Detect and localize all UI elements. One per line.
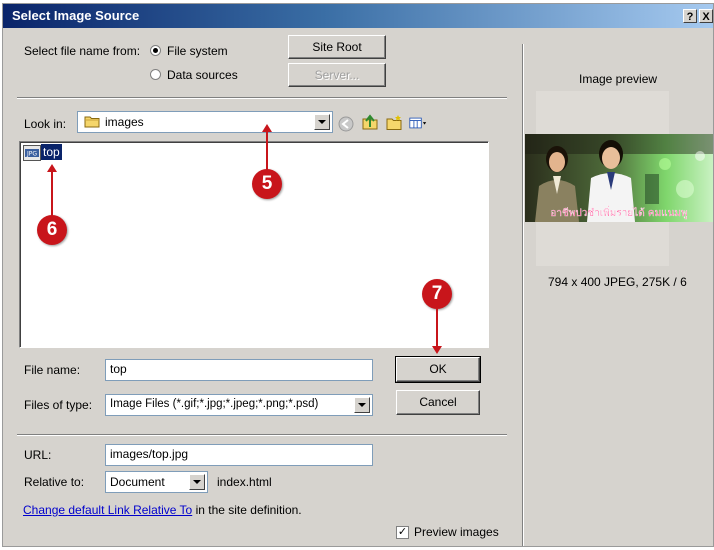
site-root-button[interactable]: Site Root — [288, 35, 386, 59]
look-in-dropdown[interactable]: images — [77, 111, 333, 133]
view-menu-icon[interactable] — [409, 114, 427, 132]
ok-button[interactable]: OK — [395, 356, 481, 383]
file-name-input[interactable]: top — [105, 359, 373, 381]
preview-title: Image preview — [579, 72, 658, 86]
middle-separator — [17, 434, 507, 436]
url-label: URL: — [24, 448, 52, 462]
file-system-label[interactable]: File system — [167, 44, 228, 58]
file-list[interactable]: JPG top — [19, 141, 489, 348]
svg-text:อาชีพปวชำเพิ่มรายได้ คมแนมพู: อาชีพปวชำเพิ่มรายได้ คมแนมพู — [550, 205, 687, 219]
relative-to-label: Relative to: — [24, 475, 85, 489]
preview-image: อาชีพปวชำเพิ่มรายได้ คมแนมพู — [525, 134, 713, 222]
annotation-5-marker: 5 — [252, 169, 282, 199]
file-system-radio[interactable] — [150, 45, 161, 56]
annotation-6-line — [51, 171, 53, 216]
look-in-label: Look in: — [24, 117, 67, 131]
change-link-relative-link[interactable]: Change default Link Relative To — [23, 503, 192, 517]
dialog-title: Select Image Source — [12, 8, 140, 23]
look-in-dropdown-arrow[interactable] — [314, 114, 330, 130]
server-button[interactable]: Server... — [288, 63, 386, 87]
annotation-5-line — [266, 131, 268, 171]
url-input[interactable]: images/top.jpg — [105, 444, 373, 466]
file-type-dropdown-arrow[interactable] — [354, 397, 370, 413]
new-folder-icon[interactable] — [385, 114, 403, 132]
relative-to-dropdown[interactable]: Document — [105, 471, 208, 493]
vertical-separator — [522, 44, 524, 546]
preview-images-label[interactable]: Preview images — [414, 525, 499, 539]
annotation-7-marker: 7 — [422, 279, 452, 309]
help-button[interactable]: ? — [683, 9, 697, 23]
preview-info: 794 x 400 JPEG, 275K / 6 — [548, 275, 687, 289]
look-in-value: images — [105, 115, 144, 129]
up-folder-icon[interactable] — [361, 113, 379, 131]
file-name-label: File name: — [24, 363, 81, 377]
files-of-type-label: Files of type: — [24, 398, 93, 412]
top-separator — [17, 97, 507, 99]
cancel-button[interactable]: Cancel — [396, 390, 480, 415]
svg-text:JPG: JPG — [26, 151, 37, 158]
jpg-file-icon: JPG — [23, 145, 41, 161]
file-type-value: Image Files (*.gif;*.jpg;*.jpeg;*.png;*.… — [110, 398, 319, 410]
back-icon[interactable] — [337, 115, 355, 133]
data-sources-radio[interactable] — [150, 69, 161, 80]
relative-to-value: Document — [110, 475, 165, 489]
link-suffix-text: in the site definition. — [192, 503, 302, 517]
folder-icon — [84, 116, 100, 128]
relative-to-dropdown-arrow[interactable] — [189, 474, 205, 490]
preview-images-checkbox[interactable]: ✓ — [396, 526, 409, 539]
title-bar[interactable]: Select Image Source ? X — [3, 4, 713, 28]
annotation-6-marker: 6 — [37, 215, 67, 245]
file-item-label: top — [41, 144, 62, 160]
relative-file-label: index.html — [217, 475, 272, 489]
data-sources-label[interactable]: Data sources — [167, 68, 238, 82]
close-button[interactable]: X — [699, 9, 713, 23]
annotation-7-arrowhead — [432, 346, 442, 354]
annotation-7-line — [436, 309, 438, 346]
file-type-dropdown[interactable]: Image Files (*.gif;*.jpg;*.jpeg;*.png;*.… — [105, 394, 373, 416]
select-image-source-dialog: Select Image Source ? X Select file name… — [2, 3, 714, 547]
source-label: Select file name from: — [24, 44, 141, 58]
